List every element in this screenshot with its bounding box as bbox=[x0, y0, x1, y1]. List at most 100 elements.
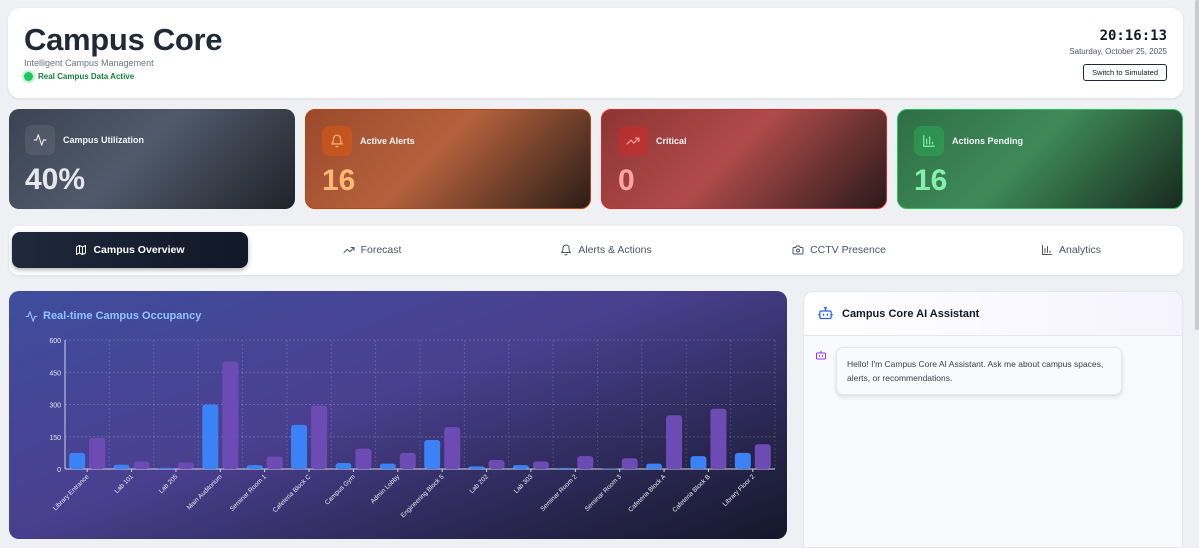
bar-current bbox=[291, 424, 308, 469]
trending-up-icon bbox=[343, 247, 355, 253]
bar-current bbox=[157, 467, 174, 469]
occupancy-chart-panel: Real-time Campus Occupancy 0 150 300 450 600… bbox=[9, 291, 787, 539]
stat-value: 16 bbox=[914, 164, 948, 197]
ai-assistant-panel: Campus Core AI Assistant Hello! I'm Camp… bbox=[803, 291, 1183, 548]
map-icon bbox=[76, 245, 87, 255]
tab-label: Alerts & Actions bbox=[578, 244, 652, 256]
bar-current bbox=[69, 452, 86, 469]
data-status-label: Real Campus Data Active bbox=[38, 72, 135, 81]
bar-capacity bbox=[222, 361, 239, 469]
bar-capacity bbox=[754, 444, 771, 469]
stat-label: Actions Pending bbox=[952, 136, 1024, 146]
bar-current bbox=[113, 464, 130, 469]
tab-cctv-presence[interactable]: CCTV Presence bbox=[721, 232, 957, 268]
occupancy-bar-chart: 0 150 300 450 600 Library Entrance Lab 101 Lab … bbox=[49, 338, 776, 519]
y-tick-label: 450 bbox=[49, 370, 61, 377]
trending-up-icon bbox=[618, 126, 648, 156]
bar-capacity bbox=[311, 405, 328, 469]
tab-forecast[interactable]: Forecast bbox=[254, 232, 490, 268]
bar-current bbox=[646, 463, 663, 469]
bar-current bbox=[335, 462, 352, 469]
bar-capacity bbox=[710, 408, 727, 469]
x-tick-label: Lab 202 bbox=[468, 473, 490, 495]
bar-chart-icon bbox=[1041, 245, 1052, 255]
header: Campus Core Intelligent Campus Managemen… bbox=[8, 8, 1183, 98]
tab-analytics[interactable]: Analytics bbox=[953, 232, 1189, 268]
stat-label: Critical bbox=[656, 136, 687, 146]
x-tick-label: Cafeteria Block B bbox=[671, 473, 711, 513]
stat-card-critical: Critical 0 bbox=[601, 109, 887, 209]
y-tick-label: 600 bbox=[49, 338, 61, 345]
y-tick-label: 150 bbox=[49, 435, 61, 442]
stat-card-utilization: Campus Utilization 40% bbox=[9, 109, 295, 209]
bar-capacity bbox=[666, 415, 683, 469]
bar-capacity bbox=[266, 456, 283, 469]
assistant-message: Hello! I'm Campus Core AI Assistant. Ask… bbox=[836, 347, 1122, 395]
stat-label: Campus Utilization bbox=[63, 135, 145, 145]
x-tick-label: Seminar Room 3 bbox=[584, 473, 624, 513]
x-tick-label: Admin Lobby bbox=[369, 473, 401, 505]
assistant-title: Campus Core AI Assistant bbox=[842, 308, 980, 320]
bar-current bbox=[202, 404, 219, 469]
stat-card-actions: Actions Pending 16 bbox=[897, 109, 1183, 209]
bar-current bbox=[246, 465, 263, 469]
bar-current bbox=[557, 467, 574, 469]
x-tick-label: Lab 205 bbox=[158, 473, 180, 495]
activity-icon bbox=[25, 125, 55, 155]
tab-campus-overview[interactable]: Campus Overview bbox=[12, 232, 248, 268]
tab-label: CCTV Presence bbox=[810, 244, 886, 256]
bar-capacity bbox=[89, 437, 106, 469]
bar-current bbox=[379, 463, 396, 469]
x-tick-label: Library Entrance bbox=[52, 473, 91, 512]
bar-capacity bbox=[177, 462, 194, 469]
bar-capacity bbox=[488, 459, 505, 469]
app-subtitle: Intelligent Campus Management bbox=[24, 58, 154, 68]
bar-current bbox=[690, 456, 707, 469]
x-tick-label: Campus Gym bbox=[324, 473, 357, 506]
page-scrollbar[interactable] bbox=[1195, 0, 1199, 330]
x-tick-label: Cafeteria Block C bbox=[272, 473, 313, 514]
bell-icon bbox=[561, 244, 572, 256]
switch-mode-button[interactable]: Switch to Simulated bbox=[1083, 64, 1167, 81]
bar-capacity bbox=[133, 461, 150, 469]
tab-alerts-actions[interactable]: Alerts & Actions bbox=[488, 232, 724, 268]
bar-capacity bbox=[355, 448, 372, 469]
bell-icon bbox=[322, 126, 352, 156]
bar-current bbox=[734, 452, 751, 469]
stat-value: 40% bbox=[25, 163, 86, 196]
y-tick-label: 0 bbox=[57, 467, 61, 474]
tab-label: Forecast bbox=[360, 244, 402, 256]
date-label: Saturday, October 25, 2025 bbox=[1069, 47, 1167, 56]
data-status: Real Campus Data Active bbox=[24, 72, 134, 81]
camera-icon bbox=[792, 245, 804, 255]
bar-capacity bbox=[532, 461, 549, 469]
bar-chart-icon bbox=[914, 126, 944, 156]
stat-card-alerts: Active Alerts 16 bbox=[305, 109, 591, 209]
bar-current bbox=[601, 468, 618, 470]
x-tick-label: Cafeteria Block A bbox=[627, 473, 668, 514]
x-tick-label: Seminar Room 2 bbox=[539, 473, 579, 513]
tab-label: Campus Overview bbox=[93, 244, 185, 256]
bar-capacity bbox=[399, 452, 416, 469]
stat-label: Active Alerts bbox=[360, 136, 415, 146]
x-tick-label: Lab 303 bbox=[513, 473, 535, 495]
bar-current bbox=[512, 465, 529, 469]
x-tick-label: Lab 101 bbox=[113, 473, 135, 495]
bar-capacity bbox=[621, 458, 638, 469]
bot-icon bbox=[818, 306, 833, 320]
bar-capacity bbox=[444, 427, 461, 469]
bar-capacity bbox=[577, 456, 594, 469]
stat-value: 0 bbox=[618, 164, 635, 197]
bar-current bbox=[424, 439, 441, 469]
x-tick-label: Library Floor 2 bbox=[722, 473, 757, 508]
stat-value: 16 bbox=[322, 164, 356, 197]
bot-avatar-icon bbox=[816, 350, 826, 360]
x-tick-label: Engineering Block 5 bbox=[400, 473, 446, 519]
tab-bar: Campus Overview Forecast Alerts & Action… bbox=[9, 226, 1183, 275]
app-title: Campus Core bbox=[24, 22, 223, 57]
y-tick-label: 300 bbox=[49, 403, 61, 410]
assistant-header: Campus Core AI Assistant bbox=[804, 292, 1182, 336]
clock: 20:16:13 bbox=[1099, 28, 1167, 44]
x-tick-label: Seminar Room 1 bbox=[229, 473, 269, 513]
tab-label: Analytics bbox=[1058, 244, 1101, 256]
